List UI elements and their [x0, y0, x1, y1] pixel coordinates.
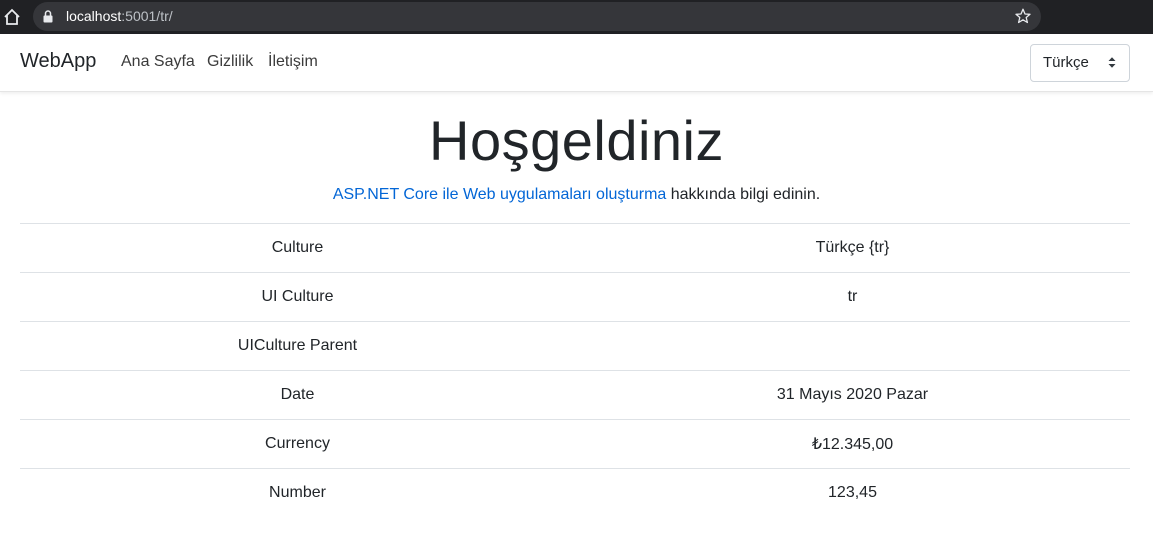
- row-value: [575, 321, 1130, 371]
- address-bar[interactable]: localhost:5001/tr/: [33, 2, 1041, 31]
- table-row: UI Culture tr: [20, 272, 1130, 322]
- url-text[interactable]: localhost:5001/tr/: [66, 8, 173, 24]
- navbar: WebApp Ana Sayfa Gizlilik İletişim Türkç…: [0, 34, 1153, 92]
- brand-link[interactable]: WebApp: [20, 50, 96, 73]
- row-label: Date: [20, 370, 575, 420]
- browser-toolbar: localhost:5001/tr/: [0, 0, 1153, 34]
- aspnet-docs-link[interactable]: ASP.NET Core ile Web uygulamaları oluştu…: [333, 186, 666, 203]
- row-label: UICulture Parent: [20, 321, 575, 371]
- url-host: localhost: [66, 8, 122, 24]
- lock-icon: [43, 10, 53, 23]
- table-row: Number 123,45: [20, 468, 1130, 517]
- table-row: Currency ₺12.345,00: [20, 419, 1130, 469]
- row-label: Number: [20, 468, 575, 517]
- home-icon[interactable]: [2, 7, 22, 27]
- row-label: UI Culture: [20, 272, 575, 322]
- page-title: Hoşgeldiniz: [429, 109, 724, 172]
- row-label: Culture: [20, 223, 575, 273]
- intro-rest: hakkında bilgi edinin.: [666, 186, 821, 203]
- nav-link-home[interactable]: Ana Sayfa: [121, 53, 195, 71]
- select-caret-icon: [1108, 57, 1116, 68]
- nav-link-contact[interactable]: İletişim: [268, 53, 318, 71]
- row-value: tr: [575, 272, 1130, 322]
- table-row: Date 31 Mayıs 2020 Pazar: [20, 370, 1130, 420]
- url-path: :5001/tr/: [121, 8, 173, 24]
- row-value: Türkçe {tr}: [575, 223, 1130, 273]
- table-row: UICulture Parent: [20, 321, 1130, 371]
- nav-link-privacy[interactable]: Gizlilik: [207, 53, 253, 71]
- language-select-value: Türkçe: [1043, 54, 1089, 71]
- row-label: Currency: [20, 419, 575, 469]
- bookmark-star-icon[interactable]: [1015, 8, 1031, 24]
- culture-info-table: Culture Türkçe {tr} UI Culture tr UICult…: [20, 223, 1130, 517]
- table-row: Culture Türkçe {tr}: [20, 223, 1130, 273]
- row-value: ₺12.345,00: [575, 419, 1130, 469]
- row-value: 31 Mayıs 2020 Pazar: [575, 370, 1130, 420]
- language-select[interactable]: Türkçe: [1030, 44, 1130, 82]
- intro-text: ASP.NET Core ile Web uygulamaları oluştu…: [0, 186, 1153, 204]
- row-value: 123,45: [575, 468, 1130, 517]
